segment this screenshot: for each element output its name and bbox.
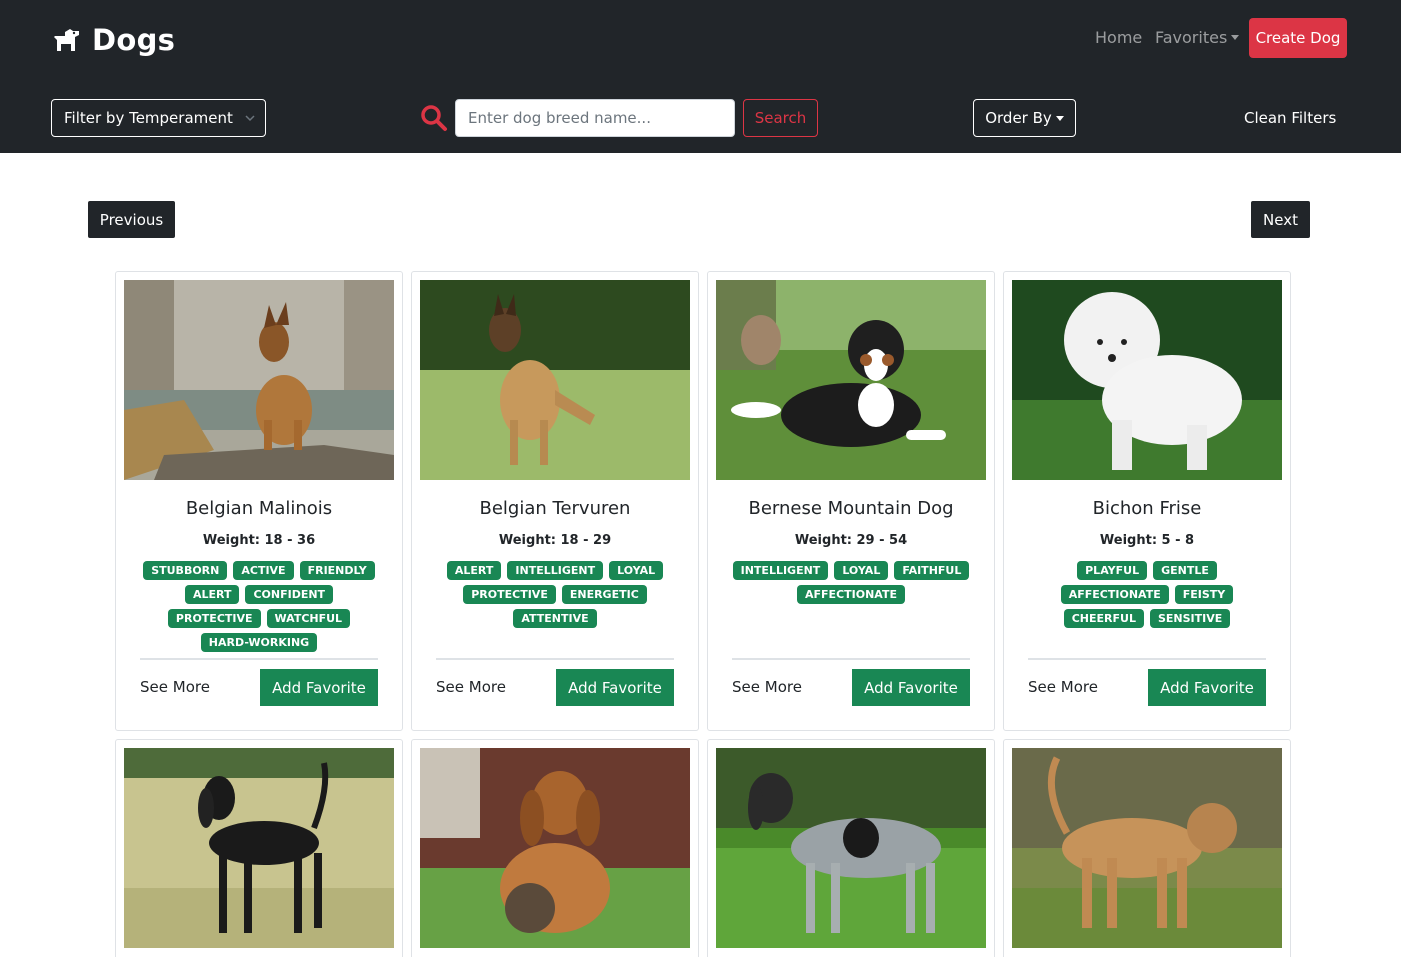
temperament-badge: FRIENDLY [299, 561, 375, 580]
temperament-badge: FEISTY [1174, 585, 1234, 604]
add-favorite-button[interactable]: Add Favorite [556, 669, 674, 706]
temperament-badge: HARD-WORKING [200, 633, 318, 652]
order-by-label: Order By [985, 109, 1052, 127]
temperament-list: INTELLIGENT LOYAL FAITHFUL AFFECTIONATE [728, 561, 974, 604]
dog-weight: Weight: 18 - 29 [498, 533, 612, 548]
chevron-down-icon [245, 115, 255, 122]
card-divider [1028, 658, 1266, 660]
temperament-badge: PROTECTIVE [167, 609, 261, 628]
clean-filters-label: Clean Filters [1244, 109, 1337, 127]
add-favorite-label: Add Favorite [272, 678, 366, 697]
search-button-label: Search [754, 109, 807, 127]
dog-image [716, 748, 986, 948]
nav-favorites-label: Favorites [1155, 28, 1228, 47]
card-divider [732, 658, 970, 660]
dog-card: Bernese Mountain Dog Weight: 29 - 54 INT… [707, 271, 995, 731]
temperament-badge: CONFIDENT [245, 585, 334, 604]
dog-card: Belgian Malinois Weight: 18 - 36 STUBBOR… [115, 271, 403, 731]
order-by-dropdown[interactable]: Order By [973, 99, 1076, 137]
clean-filters-link[interactable]: Clean Filters [1244, 108, 1336, 128]
dog-weight: Weight: 29 - 54 [794, 533, 908, 548]
create-dog-label: Create Dog [1255, 29, 1341, 47]
dog-card [1003, 739, 1291, 957]
card-divider [436, 658, 674, 660]
temperament-list: STUBBORN ACTIVE FRIENDLY ALERT CONFIDENT… [136, 561, 382, 652]
temperament-badge: GENTLE [1153, 561, 1217, 580]
caret-down-icon [1231, 35, 1240, 40]
filter-temperament-label: Filter by Temperament [64, 109, 233, 127]
search-icon [421, 105, 447, 131]
see-more-link[interactable]: See More [1028, 677, 1098, 697]
dog-image [420, 748, 690, 948]
previous-page-button[interactable]: Previous [88, 201, 175, 238]
dog-weight: Weight: 5 - 8 [1099, 533, 1195, 548]
dog-name: Belgian Tervuren [479, 498, 631, 519]
see-more-link[interactable]: See More [732, 677, 802, 697]
nav-home-link[interactable]: Home [1095, 28, 1142, 48]
next-page-button[interactable]: Next [1251, 201, 1310, 238]
search-input[interactable] [455, 99, 735, 137]
temperament-badge: SENSITIVE [1149, 609, 1231, 628]
temperament-badge: AFFECTIONATE [797, 585, 905, 604]
temperament-badge: LOYAL [609, 561, 664, 580]
temperament-badge: ATTENTIVE [513, 609, 597, 628]
nav-home-label: Home [1095, 28, 1143, 47]
temperament-badge: PROTECTIVE [463, 585, 556, 604]
dog-card [411, 739, 699, 957]
temperament-badge: INTELLIGENT [732, 561, 829, 580]
nav-favorites-dropdown[interactable]: Favorites [1155, 28, 1240, 48]
caret-down-icon [1055, 115, 1064, 121]
dog-name: Belgian Malinois [185, 498, 333, 519]
filter-temperament-select[interactable]: Filter by Temperament [51, 99, 266, 137]
add-favorite-button[interactable]: Add Favorite [1148, 669, 1266, 706]
temperament-badge: WATCHFUL [266, 609, 351, 628]
temperament-badge: INTELLIGENT [507, 561, 604, 580]
dog-name: Bernese Mountain Dog [748, 498, 954, 519]
brand-link[interactable]: Dogs [52, 20, 175, 60]
create-dog-button[interactable]: Create Dog [1249, 18, 1347, 58]
temperament-badge: ALERT [446, 561, 502, 580]
temperament-badge: ACTIVE [233, 561, 294, 580]
add-favorite-label: Add Favorite [1160, 678, 1254, 697]
search-button[interactable]: Search [743, 99, 818, 137]
temperament-badge: CHEERFUL [1063, 609, 1144, 628]
see-more-link[interactable]: See More [436, 677, 506, 697]
dog-card [707, 739, 995, 957]
temperament-badge: FAITHFUL [894, 561, 970, 580]
dog-image [420, 280, 690, 480]
next-label: Next [1263, 210, 1298, 229]
dog-image [1012, 748, 1282, 948]
add-favorite-label: Add Favorite [864, 678, 958, 697]
add-favorite-label: Add Favorite [568, 678, 662, 697]
dog-image [1012, 280, 1282, 480]
temperament-badge: AFFECTIONATE [1060, 585, 1169, 604]
navbar: Dogs Home Favorites Create Dog Filter by… [0, 0, 1401, 153]
add-favorite-button[interactable]: Add Favorite [852, 669, 970, 706]
dog-card [115, 739, 403, 957]
card-divider [140, 658, 378, 660]
temperament-list: PLAYFUL GENTLE AFFECTIONATE FEISTY CHEER… [1024, 561, 1270, 628]
dog-image [124, 280, 394, 480]
brand-title: Dogs [92, 23, 176, 57]
temperament-list: ALERT INTELLIGENT LOYAL PROTECTIVE ENERG… [432, 561, 678, 628]
add-favorite-button[interactable]: Add Favorite [260, 669, 378, 706]
previous-label: Previous [99, 210, 164, 229]
dog-image [124, 748, 394, 948]
dog-card: Bichon Frise Weight: 5 - 8 PLAYFUL GENTL… [1003, 271, 1291, 731]
dog-icon [54, 29, 79, 51]
temperament-badge: ALERT [184, 585, 240, 604]
temperament-badge: ENERGETIC [561, 585, 647, 604]
dog-weight: Weight: 18 - 36 [202, 533, 316, 548]
dog-name: Bichon Frise [1092, 498, 1202, 519]
temperament-badge: STUBBORN [143, 561, 228, 580]
temperament-badge: PLAYFUL [1077, 561, 1148, 580]
temperament-badge: LOYAL [834, 561, 889, 580]
dog-card: Belgian Tervuren Weight: 18 - 29 ALERT I… [411, 271, 699, 731]
see-more-link[interactable]: See More [140, 677, 210, 697]
dog-image [716, 280, 986, 480]
